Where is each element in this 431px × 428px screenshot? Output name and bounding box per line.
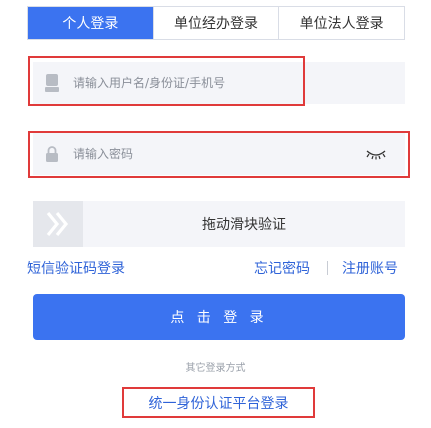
unified-login-label: 统一身份认证平台登录 [148, 395, 289, 412]
login-button[interactable]: 点 击 登 录 [33, 294, 405, 340]
forgot-password-link[interactable]: 忘记密码 [254, 258, 310, 278]
slider-handle[interactable] [33, 201, 83, 247]
lock-icon [46, 146, 58, 162]
register-link[interactable]: 注册账号 [342, 258, 398, 278]
slider-label: 拖动滑块验证 [202, 217, 286, 233]
username-input[interactable] [71, 75, 325, 91]
sms-login-link[interactable]: 短信验证码登录 [27, 258, 125, 278]
password-field[interactable] [33, 133, 405, 175]
user-icon [45, 74, 59, 92]
login-type-tabs: 个人登录 单位经办登录 单位法人登录 [27, 6, 405, 40]
eye-closed-icon[interactable] [365, 147, 387, 161]
slider-captcha: 拖动滑块验证 [33, 201, 405, 247]
password-input[interactable] [71, 146, 325, 162]
double-chevron-right-icon [46, 211, 69, 237]
tab-personal-login[interactable]: 个人登录 [28, 7, 153, 39]
link-divider [327, 261, 328, 275]
tab-unit-agent-login[interactable]: 单位经办登录 [152, 7, 279, 39]
tab-unit-legal-login[interactable]: 单位法人登录 [278, 7, 405, 39]
username-field[interactable] [33, 62, 405, 104]
other-methods-label: 其它登录方式 [185, 363, 246, 374]
unified-login-link[interactable]: 统一身份认证平台登录 [122, 387, 315, 418]
